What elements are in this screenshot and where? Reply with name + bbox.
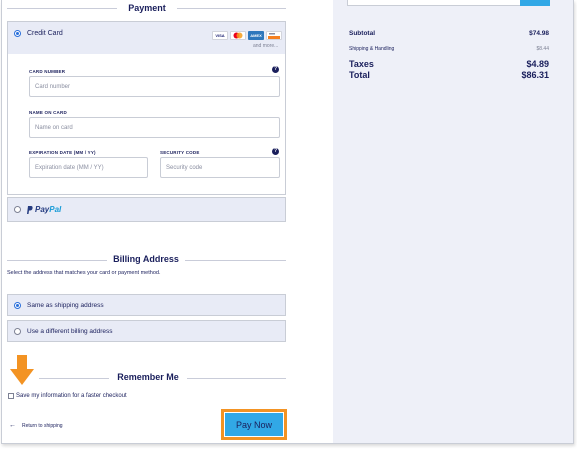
shipping-row: Shipping & Handling $8.44 — [349, 46, 549, 52]
expiration-input[interactable]: Expiration date (MM / YY) — [29, 157, 148, 178]
taxes-row: Taxes $4.89 — [349, 59, 549, 69]
pay-now-button[interactable]: Pay Now — [225, 413, 283, 436]
payment-column: Payment Credit Card VISA AMEX and more..… — [2, 0, 333, 443]
paypal-label: PayPal — [35, 205, 61, 214]
paypal-option[interactable]: PayPal — [7, 197, 286, 222]
help-icon[interactable]: ? — [272, 148, 279, 155]
credit-card-panel: Credit Card VISA AMEX and more... CARD N… — [7, 21, 286, 195]
billing-title: Billing Address — [113, 254, 179, 264]
card-number-label: CARD NUMBER — [29, 69, 66, 74]
security-code-label: SECURITY CODE — [160, 150, 200, 155]
discount-input-edge[interactable] — [347, 0, 521, 6]
taxes-value: $4.89 — [526, 59, 549, 69]
card-brand-icons: VISA AMEX — [212, 31, 282, 41]
discover-icon — [266, 31, 282, 40]
subtotal-value: $74.98 — [529, 30, 549, 37]
save-info-label: Save my information for a faster checkou… — [16, 393, 127, 399]
payment-title: Payment — [128, 3, 166, 13]
paypal-label-pay: Pay — [35, 205, 50, 214]
paypal-label-pal: Pal — [49, 205, 62, 214]
total-value: $86.31 — [521, 70, 549, 80]
credit-card-radio[interactable] — [14, 30, 21, 37]
total-label: Total — [349, 70, 370, 80]
save-info-checkbox[interactable] — [8, 393, 14, 399]
billing-different-radio[interactable] — [14, 328, 21, 335]
divider — [187, 378, 286, 379]
billing-same-radio[interactable] — [14, 302, 21, 309]
divider — [177, 8, 286, 9]
security-code-input[interactable]: Security code — [160, 157, 280, 178]
subtotal-label: Subtotal — [349, 30, 375, 37]
arrow-left-icon: ← — [9, 422, 16, 429]
billing-description: Select the address that matches your car… — [7, 270, 161, 276]
billing-option-label: Same as shipping address — [27, 302, 104, 309]
return-to-shipping-label: Return to shipping — [22, 422, 63, 429]
help-icon[interactable]: ? — [272, 66, 279, 73]
billing-option-same[interactable]: Same as shipping address — [7, 294, 286, 316]
divider — [7, 8, 117, 9]
more-cards-text: and more... — [253, 43, 279, 49]
arrow-down-icon — [10, 355, 34, 385]
mastercard-icon — [230, 31, 246, 40]
pay-now-highlight: Pay Now — [221, 409, 287, 440]
expiration-label: EXPIRATION DATE (MM / YY) — [29, 150, 96, 155]
billing-option-different[interactable]: Use a different billing address — [7, 320, 286, 342]
shipping-label: Shipping & Handling — [349, 46, 395, 52]
return-to-shipping-link[interactable]: ← Return to shipping — [9, 422, 63, 429]
billing-option-label: Use a different billing address — [27, 328, 113, 335]
subtotal-row: Subtotal $74.98 — [349, 30, 549, 37]
remember-title: Remember Me — [117, 372, 179, 382]
name-on-card-input[interactable]: Name on card — [29, 117, 280, 138]
apply-button-edge[interactable] — [520, 0, 550, 6]
paypal-radio[interactable] — [14, 206, 21, 213]
divider — [185, 260, 286, 261]
paypal-logo-icon — [27, 206, 33, 214]
credit-card-option[interactable]: Credit Card VISA AMEX and more... — [8, 22, 285, 54]
taxes-label: Taxes — [349, 59, 374, 69]
divider — [39, 378, 109, 379]
shipping-value: $8.44 — [536, 46, 549, 52]
credit-card-label: Credit Card — [27, 30, 63, 37]
total-row: Total $86.31 — [349, 70, 549, 80]
amex-icon: AMEX — [248, 31, 264, 40]
visa-icon: VISA — [212, 31, 228, 40]
divider — [7, 260, 107, 261]
name-on-card-label: NAME ON CARD — [29, 110, 67, 115]
card-number-input[interactable]: Card number — [29, 76, 280, 97]
